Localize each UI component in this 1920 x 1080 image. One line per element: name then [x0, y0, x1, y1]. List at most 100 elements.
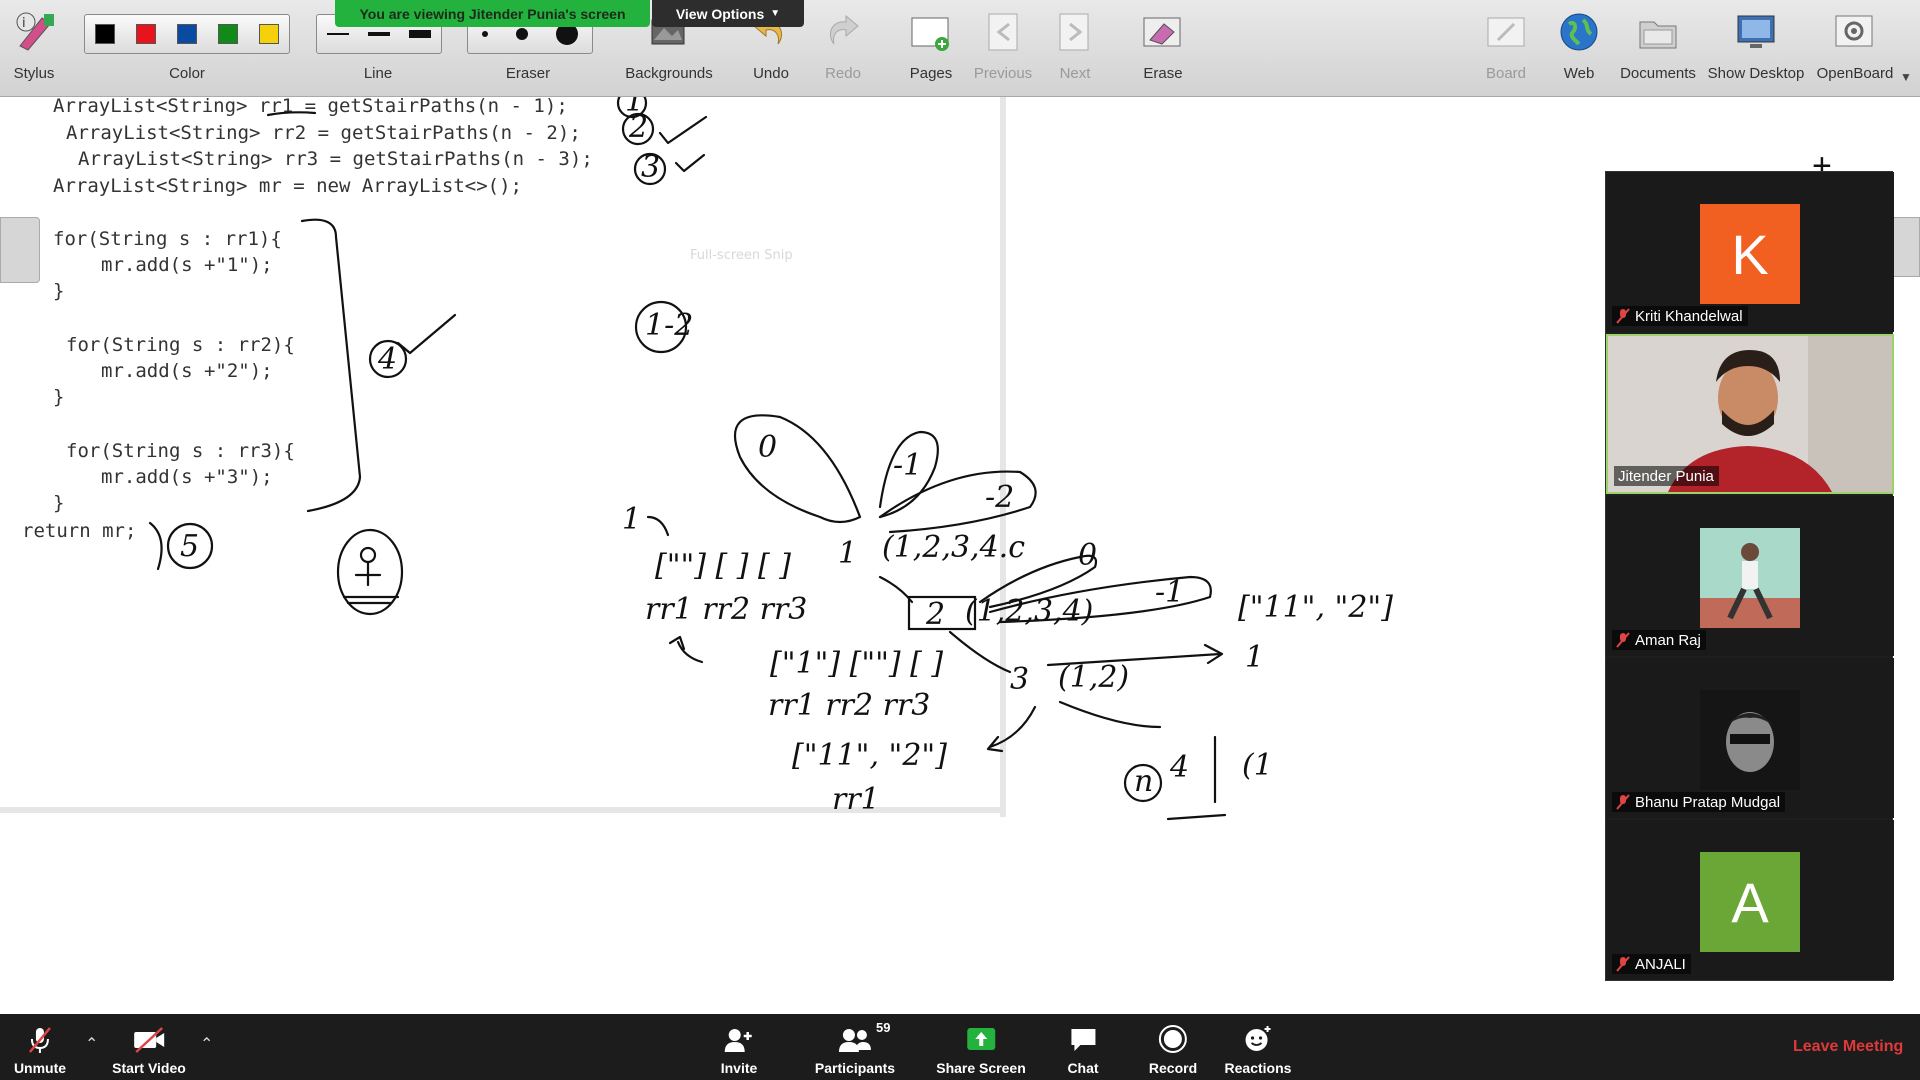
- leave-meeting-button[interactable]: Leave Meeting: [1793, 1038, 1903, 1056]
- unmute-label: Unmute: [13, 1060, 67, 1076]
- hand-level-one: 1: [838, 536, 857, 571]
- muted-mic-icon: [1616, 308, 1630, 324]
- bubble-0: [734, 414, 862, 524]
- reactions-button[interactable]: Reactions: [1224, 1014, 1292, 1080]
- pages-label: Pages: [909, 65, 953, 82]
- check-3: [674, 153, 706, 173]
- participant-tile-active[interactable]: Jitender Punia: [1606, 334, 1894, 494]
- meeting-controls: Unmute ⌃ Start Video ⌃ Invite Participan…: [0, 1014, 1920, 1080]
- erase-label: Erase: [1143, 65, 1183, 82]
- record-icon: [1158, 1025, 1187, 1053]
- hand-3-node: 3: [1010, 662, 1029, 697]
- participants-icon: [838, 1029, 871, 1052]
- invite-button[interactable]: Invite: [720, 1014, 758, 1080]
- arrow-up-rr1: [668, 635, 704, 664]
- avatar: [1700, 528, 1800, 628]
- hand-minus1: -1: [893, 448, 922, 483]
- color-black[interactable]: [95, 24, 116, 44]
- figure-circle: [336, 528, 404, 616]
- chevron-down-icon: ▼: [770, 8, 781, 19]
- code-line-7: }: [53, 280, 64, 302]
- participant-name: Jitender Punia: [1618, 467, 1714, 485]
- hand-1-2: 1-2: [645, 308, 693, 343]
- arrow-to-box: [878, 575, 914, 604]
- openboard-dropdown-icon[interactable]: ▼: [1900, 70, 1912, 84]
- code-line-4: ArrayList<String> mr = new ArrayList<>()…: [53, 175, 522, 197]
- chat-button[interactable]: Chat: [1067, 1014, 1099, 1080]
- hand-left-one: 1: [622, 502, 641, 537]
- chat-icon: [1071, 1029, 1095, 1051]
- avatar: A: [1700, 852, 1800, 952]
- video-options-chevron-icon[interactable]: ⌃: [200, 1034, 213, 1054]
- hand-zero-mid: 0: [1078, 538, 1097, 573]
- view-options-button[interactable]: View Options ▼: [652, 0, 804, 27]
- ghost-snip-text: Full-screen Snip: [690, 248, 793, 263]
- share-screen-label: Share Screen: [936, 1060, 1026, 1076]
- reactions-label: Reactions: [1224, 1060, 1292, 1076]
- hand-minus1-mid: -1: [1155, 575, 1184, 610]
- eraser-label: Eraser: [505, 65, 551, 82]
- code-line-12: mr.add(s +"3");: [101, 466, 273, 488]
- erase-icon[interactable]: [1140, 10, 1184, 54]
- redo-icon[interactable]: [820, 10, 864, 54]
- line-medium[interactable]: [367, 32, 390, 36]
- left-palette-toggle[interactable]: [0, 217, 40, 283]
- hand-4-node: 4: [1169, 750, 1189, 785]
- previous-icon[interactable]: [981, 10, 1025, 54]
- eraser-small[interactable]: [482, 31, 488, 37]
- invite-label: Invite: [720, 1060, 758, 1076]
- line-thin[interactable]: [326, 33, 349, 35]
- undo-label: Undo: [753, 65, 789, 82]
- audio-options-chevron-icon[interactable]: ⌃: [85, 1034, 98, 1054]
- participant-tile[interactable]: A ANJALI: [1606, 820, 1894, 980]
- documents-icon[interactable]: [1636, 10, 1680, 54]
- color-red[interactable]: [136, 24, 157, 44]
- pages-icon[interactable]: [908, 10, 952, 54]
- participant-tile[interactable]: Bhanu Pratap Mudgal: [1606, 658, 1894, 818]
- openboard-menu-icon[interactable]: [1832, 10, 1876, 54]
- color-label: Color: [169, 65, 205, 82]
- hand-3: 3: [641, 150, 660, 185]
- stylus-icon[interactable]: i: [12, 8, 56, 52]
- participants-count: 59: [876, 1020, 891, 1035]
- arrow-to-4: [1058, 700, 1162, 729]
- show-desktop-label: Show Desktop: [1707, 65, 1805, 82]
- color-green[interactable]: [217, 24, 238, 44]
- backgrounds-label: Backgrounds: [625, 65, 713, 82]
- avatar: K: [1700, 204, 1800, 304]
- board-icon[interactable]: [1484, 10, 1528, 54]
- code-line-9: mr.add(s +"2");: [101, 360, 273, 382]
- unmute-button[interactable]: Unmute: [14, 1014, 66, 1080]
- web-label: Web: [1563, 65, 1595, 82]
- stylus-label: Stylus: [13, 65, 55, 82]
- start-video-button[interactable]: Start Video: [112, 1014, 186, 1080]
- next-label: Next: [1059, 65, 1091, 82]
- participant-tile[interactable]: Aman Raj: [1606, 496, 1894, 656]
- web-icon[interactable]: [1557, 10, 1601, 54]
- reaction-emoji-icon: [1245, 1026, 1271, 1051]
- arrow-down-left: [986, 705, 1037, 753]
- participant-gallery: K Kriti Khandelwal Jitender Punia Aman R…: [1605, 171, 1894, 981]
- check-2: [658, 115, 708, 145]
- hand-label-rr1: rr1: [832, 782, 880, 817]
- share-screen-button[interactable]: Share Screen: [936, 1014, 1026, 1080]
- code-line-13: }: [53, 492, 64, 514]
- hand-labels-mid: rr1 rr2 rr3: [768, 688, 930, 723]
- hand-result-right: ["11", "2"]: [1238, 590, 1393, 625]
- hand-low-calls: (1,2): [1058, 660, 1129, 695]
- documents-label: Documents: [1620, 65, 1696, 82]
- color-yellow[interactable]: [258, 24, 279, 44]
- next-icon[interactable]: [1052, 10, 1096, 54]
- hand-arrow-target: 1: [1245, 640, 1264, 675]
- show-desktop-icon[interactable]: [1734, 10, 1778, 54]
- code-line-8: for(String s : rr2){: [66, 334, 295, 356]
- participant-tile[interactable]: K Kriti Khandelwal: [1606, 172, 1894, 332]
- eraser-medium[interactable]: [516, 28, 528, 40]
- figure-head: [359, 546, 377, 564]
- line-thick[interactable]: [409, 30, 432, 38]
- color-blue[interactable]: [176, 24, 197, 44]
- record-button[interactable]: Record: [1149, 1014, 1197, 1080]
- code-line-14: return mr;: [22, 520, 136, 542]
- code-line-11: for(String s : rr3){: [66, 440, 295, 462]
- check-4: [396, 313, 457, 355]
